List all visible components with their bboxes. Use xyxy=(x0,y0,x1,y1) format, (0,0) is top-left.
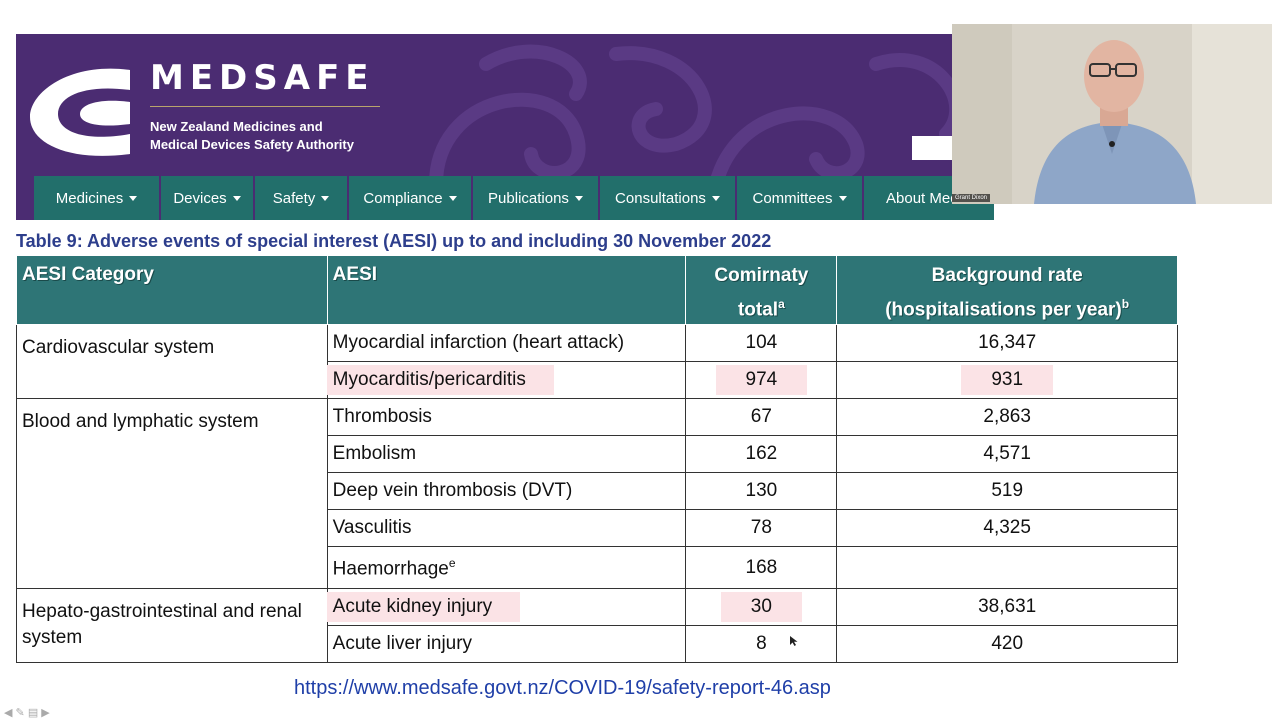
brand-subtitle-line-2: Medical Devices Safety Authority xyxy=(150,137,354,152)
search-box[interactable] xyxy=(912,136,954,160)
comirnaty-total-highlighted: 30 xyxy=(720,592,802,623)
nav-consultations[interactable]: Consultations xyxy=(600,176,737,220)
medsafe-logo-icon xyxy=(30,68,130,156)
header-total-line-2: total xyxy=(737,299,779,321)
comirnaty-total: 67 xyxy=(685,398,838,437)
caret-down-icon xyxy=(321,195,330,201)
header-bg-line-2: (hospitalisations per year) xyxy=(885,299,1122,321)
background-rate: 4,571 xyxy=(836,435,1178,474)
brand-subtitle: New Zealand Medicines and Medical Device… xyxy=(150,118,410,154)
comirnaty-total: 168 xyxy=(685,546,838,590)
header-aesi: AESI xyxy=(326,254,687,326)
next-slide-icon[interactable]: ▶ xyxy=(41,707,49,719)
aesi-name: Acute liver injury xyxy=(326,625,687,664)
caret-down-icon xyxy=(129,195,138,201)
table-row: Cardiovascular system Myocardial infarct… xyxy=(16,324,1178,400)
comirnaty-total-highlighted: 974 xyxy=(715,365,808,396)
table-row: Blood and lymphatic system Thrombosis 67… xyxy=(16,398,1178,590)
aesi-name: Haemorrhage xyxy=(332,557,449,579)
brand-divider xyxy=(150,106,380,107)
background-rate xyxy=(836,546,1178,590)
brand-name: MEDSAFE xyxy=(150,58,375,98)
background-rate-cell: 931 xyxy=(836,361,1178,400)
aesi-name: Thrombosis xyxy=(326,398,687,437)
webcam-overlay: Grant Dixon xyxy=(952,24,1272,204)
background-rate: 4,325 xyxy=(836,509,1178,548)
nav-compliance[interactable]: Compliance xyxy=(349,176,473,220)
pen-icon[interactable]: ✎ xyxy=(16,707,25,719)
medsafe-banner: MEDSAFE New Zealand Medicines and Medica… xyxy=(16,34,994,220)
background-rate: 519 xyxy=(836,472,1178,511)
nav-medicines[interactable]: Medicines xyxy=(34,176,161,220)
header-background-rate: Background rate (hospitalisations per ye… xyxy=(836,254,1178,326)
background-rate: 2,863 xyxy=(836,398,1178,437)
background-rate: 16,347 xyxy=(836,324,1178,363)
presenter-video xyxy=(952,24,1272,204)
comirnaty-total: 78 xyxy=(685,509,838,548)
caret-down-icon xyxy=(232,195,241,201)
nav-publications[interactable]: Publications xyxy=(473,176,600,220)
background-rate: 420 xyxy=(836,625,1178,664)
comirnaty-total: 8 xyxy=(685,625,838,664)
slides-menu-icon[interactable]: ▤ xyxy=(28,707,38,719)
nav-committees[interactable]: Committees xyxy=(737,176,864,220)
header-aesi-category: AESI Category xyxy=(16,254,328,326)
comirnaty-total: 104 xyxy=(685,324,838,363)
source-url-link[interactable]: https://www.medsafe.govt.nz/COVID-19/saf… xyxy=(294,677,831,700)
category-blood-lymphatic: Blood and lymphatic system xyxy=(16,398,328,590)
header-bg-footnote: b xyxy=(1121,297,1130,311)
aesi-name: Embolism xyxy=(326,435,687,474)
aesi-name-highlighted: Acute kidney injury xyxy=(326,592,521,623)
header-comirnaty-total: Comirnaty totala xyxy=(685,254,838,326)
aesi-name-highlighted: Myocarditis/pericarditis xyxy=(326,365,554,396)
brand-subtitle-line-1: New Zealand Medicines and xyxy=(150,119,323,134)
caret-down-icon xyxy=(574,195,583,201)
comirnaty-total: 162 xyxy=(685,435,838,474)
header-bg-line-1: Background rate xyxy=(931,265,1083,286)
nav-devices[interactable]: Devices xyxy=(161,176,255,220)
aesi-name: Vasculitis xyxy=(326,509,687,548)
comirnaty-total: 130 xyxy=(685,472,838,511)
caret-down-icon xyxy=(711,195,720,201)
caret-down-icon xyxy=(838,195,847,201)
aesi-name-cell: Acute kidney injury xyxy=(326,588,687,627)
category-cardiovascular: Cardiovascular system xyxy=(16,324,328,400)
presentation-controls: ◀ ✎ ▤ ▶ xyxy=(4,706,50,719)
mouse-pointer-icon xyxy=(790,636,798,646)
table-row: Hepato-gastrointestinal and renal system… xyxy=(16,588,1178,664)
caret-down-icon xyxy=(448,195,457,201)
aesi-name-cell: Haemorrhagee xyxy=(326,546,687,590)
aesi-name: Deep vein thrombosis (DVT) xyxy=(326,472,687,511)
background-rate: 38,631 xyxy=(836,588,1178,627)
header-total-line-1: Comirnaty xyxy=(714,265,809,286)
header-total-footnote: a xyxy=(778,297,785,311)
table-title: Table 9: Adverse events of special inter… xyxy=(16,231,772,251)
category-hepato-renal: Hepato-gastrointestinal and renal system xyxy=(16,588,328,664)
aesi-name-cell: Myocarditis/pericarditis xyxy=(326,361,687,400)
background-rate-highlighted: 931 xyxy=(961,365,1054,396)
comirnaty-total-cell: 30 xyxy=(685,588,838,627)
main-nav: Medicines Devices Safety Compliance Publ… xyxy=(34,176,994,220)
aesi-footnote: e xyxy=(448,555,456,570)
table-header-row: AESI Category AESI Comirnaty totala Back… xyxy=(16,254,1178,326)
nav-safety[interactable]: Safety xyxy=(255,176,349,220)
aesi-name: Myocardial infarction (heart attack) xyxy=(326,324,687,363)
aesi-table: AESI Category AESI Comirnaty totala Back… xyxy=(16,254,1178,664)
comirnaty-total-cell: 974 xyxy=(685,361,838,400)
presenter-name: Grant Dixon xyxy=(952,194,991,202)
prev-slide-icon[interactable]: ◀ xyxy=(4,707,12,719)
